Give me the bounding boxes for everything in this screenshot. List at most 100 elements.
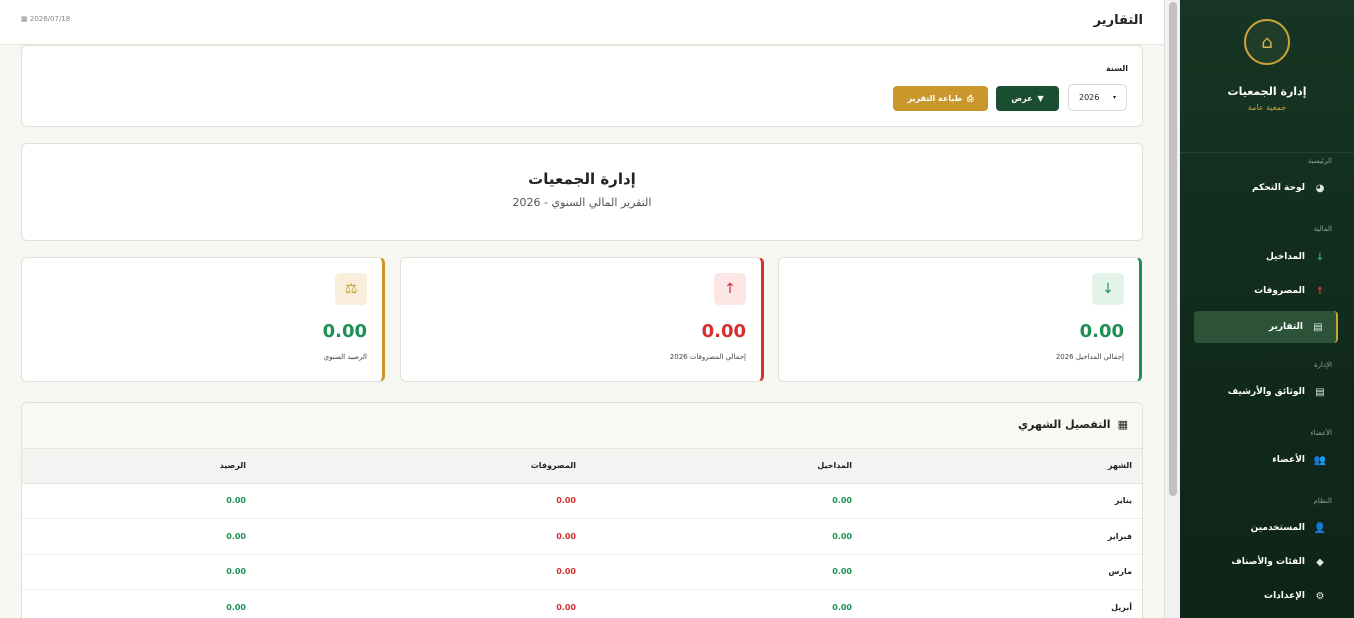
arrow-down-icon: ↓	[1092, 273, 1124, 305]
monthly-title-text: التفصيل الشهري	[1018, 418, 1111, 431]
arrow-up-icon: ↑	[714, 273, 746, 305]
monthly-header: ▦ التفصيل الشهري	[22, 403, 1142, 449]
sidebar-item-label: المستخدمين	[1250, 523, 1305, 533]
sidebar-item-settings[interactable]: ⚙ الإعدادات	[1194, 582, 1338, 610]
expense-total: 0.00	[701, 321, 746, 342]
page-title: التقارير	[1093, 13, 1143, 28]
balance-cell: 0.00	[22, 589, 256, 618]
income-stat-card: ↓ 0.00 إجمالي المداخيل 2026	[778, 257, 1142, 382]
date-text: 2026/07/18	[29, 15, 71, 23]
balance-total: 0.00	[322, 321, 367, 342]
sidebar-item-reports[interactable]: ▤ التقارير	[1194, 311, 1338, 343]
expense-cell: 0.00	[256, 554, 586, 590]
expense-cell: 0.00	[256, 483, 586, 519]
arrow-up-icon: ↑	[1315, 285, 1325, 297]
sidebar-item-dashboard[interactable]: ◕ لوحة التحكم	[1194, 174, 1338, 202]
date-display: ▦ 2026/07/18	[21, 15, 70, 23]
balance-total-label: الرصيد السنوي	[323, 353, 367, 361]
scale-icon: ⚖	[335, 273, 367, 305]
report-subtitle: التقرير المالي السنوي - 2026	[512, 196, 652, 209]
view-button-label: عرض	[1011, 94, 1033, 103]
income-total-label: إجمالي المداخيل 2026	[1055, 353, 1124, 361]
file-icon: ▤	[1315, 386, 1325, 398]
filter-icon: ▼	[1037, 94, 1044, 103]
balance-stat-card: ⚖ 0.00 الرصيد السنوي	[21, 257, 385, 382]
income-cell: 0.00	[586, 518, 862, 555]
monthly-details-card: ▦ التفصيل الشهري الشهر المداخيل المصروفا…	[21, 402, 1143, 618]
expense-cell: 0.00	[256, 518, 586, 555]
sidebar-item-documents[interactable]: ▤ الوثائق والأرشيف	[1194, 378, 1338, 406]
sidebar-brand: ⌂ إدارة الجمعيات جمعية عامة	[1180, 19, 1354, 153]
pie-chart-icon: ◕	[1315, 182, 1325, 194]
brand-title: إدارة الجمعيات	[1227, 85, 1307, 98]
balance-cell: 0.00	[22, 554, 256, 590]
column-header-month: الشهر	[862, 449, 1142, 484]
income-cell: 0.00	[586, 554, 862, 590]
brand-subtitle: جمعية عامة	[1247, 103, 1287, 112]
calendar-icon: ▦	[1117, 418, 1128, 431]
expense-total-label: إجمالي المصروفات 2026	[669, 353, 746, 361]
sidebar-item-label: الإعدادات	[1264, 591, 1305, 601]
income-cell: 0.00	[586, 483, 862, 519]
month-cell: يناير	[862, 483, 1142, 519]
calendar-icon: ▦	[21, 15, 28, 23]
expense-stat-card: ↑ 0.00 إجمالي المصروفات 2026	[400, 257, 764, 382]
main-content: التقارير ▦ 2026/07/18 السنة 2026 ▾ ▼ عرض…	[0, 0, 1164, 618]
sidebar-item-label: الوثائق والأرشيف	[1227, 387, 1305, 397]
column-header-expenses: المصروفات	[256, 449, 586, 484]
sidebar-item-label: الأعضاء	[1272, 455, 1305, 465]
section-label-finance: المالية	[1313, 225, 1332, 233]
sidebar-item-users[interactable]: 👤 المستخدمين	[1194, 514, 1338, 542]
sidebar-item-label: المداخيل	[1266, 252, 1305, 262]
month-cell: مارس	[862, 554, 1142, 590]
print-report-button[interactable]: ⎙ طباعة التقرير	[893, 86, 988, 111]
chevron-down-icon: ▾	[1112, 94, 1116, 101]
sidebar-item-label: الفئات والأصناف	[1231, 557, 1305, 567]
column-header-income: المداخيل	[586, 449, 862, 484]
year-label: السنة	[1105, 64, 1128, 73]
section-label-members: الأعضاء	[1310, 429, 1332, 437]
year-value: 2026	[1079, 93, 1100, 102]
balance-cell: 0.00	[22, 483, 256, 519]
top-bar: التقارير ▦ 2026/07/18	[0, 0, 1164, 45]
sidebar-item-categories[interactable]: ◆ الفئات والأصناف	[1194, 548, 1338, 576]
user-cog-icon: 👤	[1313, 522, 1326, 534]
month-cell: أبريل	[862, 589, 1142, 618]
month-cell: فبراير	[862, 518, 1142, 555]
sidebar-item-expenses[interactable]: ↑ المصروفات	[1194, 277, 1338, 305]
section-label-system: النظام	[1313, 497, 1332, 505]
report-title: إدارة الجمعيات	[528, 170, 636, 188]
view-button[interactable]: ▼ عرض	[996, 86, 1059, 111]
print-button-label: طباعة التقرير	[907, 94, 963, 103]
balance-cell: 0.00	[22, 518, 256, 555]
users-icon: 👥	[1313, 454, 1326, 466]
association-logo: ⌂	[1244, 19, 1290, 65]
tags-icon: ◆	[1316, 556, 1324, 568]
sidebar: ⌂ إدارة الجمعيات جمعية عامة الرئيسية ◕ ل…	[1180, 0, 1354, 618]
table-header-row: الشهر المداخيل المصروفات الرصيد	[22, 449, 1142, 484]
scrollbar-thumb[interactable]	[1169, 2, 1177, 496]
table-row: فبراير 0.00 0.00 0.00	[22, 518, 1142, 555]
sidebar-item-members[interactable]: 👥 الأعضاء	[1194, 446, 1338, 474]
table-row: أبريل 0.00 0.00 0.00	[22, 589, 1142, 618]
section-label-admin: الإدارة	[1313, 361, 1332, 369]
monthly-table: الشهر المداخيل المصروفات الرصيد يناير 0.…	[22, 449, 1142, 618]
sidebar-item-income[interactable]: ↓ المداخيل	[1194, 243, 1338, 271]
column-header-balance: الرصيد	[22, 449, 256, 484]
table-row: يناير 0.00 0.00 0.00	[22, 483, 1142, 519]
document-icon: ▤	[1313, 321, 1323, 333]
monthly-title: ▦ التفصيل الشهري	[1018, 418, 1128, 431]
expense-cell: 0.00	[256, 589, 586, 618]
arrow-down-icon: ↓	[1315, 251, 1325, 263]
filter-card: السنة 2026 ▾ ▼ عرض ⎙ طباعة التقرير	[21, 45, 1143, 127]
income-total: 0.00	[1079, 321, 1124, 342]
sidebar-item-label: لوحة التحكم	[1251, 183, 1305, 193]
report-header-card: إدارة الجمعيات التقرير المالي السنوي - 2…	[21, 143, 1143, 241]
printer-icon: ⎙	[967, 93, 974, 103]
vertical-scrollbar[interactable]	[1164, 0, 1180, 618]
sidebar-item-label: التقارير	[1268, 322, 1303, 332]
income-cell: 0.00	[586, 589, 862, 618]
sidebar-item-label: المصروفات	[1254, 286, 1305, 296]
gear-icon: ⚙	[1315, 590, 1325, 602]
year-select[interactable]: 2026 ▾	[1068, 84, 1127, 111]
